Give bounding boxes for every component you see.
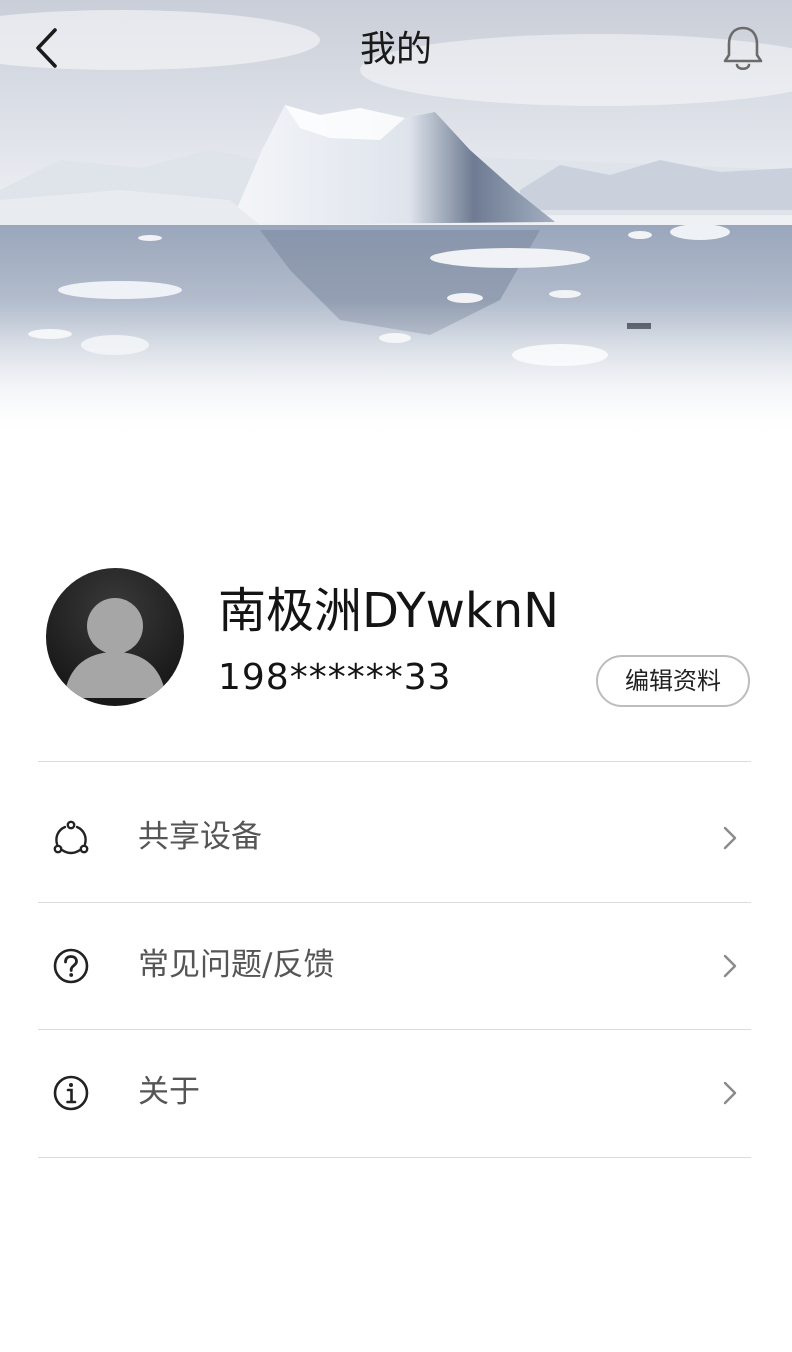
edit-profile-button[interactable]: 编辑资料 bbox=[596, 655, 750, 707]
info-circle-icon bbox=[52, 1074, 90, 1112]
chevron-right-icon bbox=[722, 1080, 738, 1106]
profile-header: 南极洲DYwknN 198******33 编辑资料 bbox=[0, 560, 792, 710]
question-circle-icon bbox=[52, 947, 90, 985]
menu-item-label: 共享设备 bbox=[138, 819, 262, 855]
menu-item-label: 常见问题/反馈 bbox=[138, 947, 335, 983]
page-title: 我的 bbox=[359, 29, 432, 70]
menu-item-label: 关于 bbox=[138, 1074, 200, 1110]
avatar[interactable] bbox=[46, 568, 184, 706]
bell-icon bbox=[723, 26, 763, 71]
default-avatar-icon bbox=[64, 598, 166, 698]
notification-button[interactable] bbox=[720, 24, 766, 74]
share-icon bbox=[52, 819, 90, 857]
top-nav-bar: 我的 bbox=[0, 0, 792, 100]
divider bbox=[38, 1157, 751, 1158]
username: 南极洲DYwknN bbox=[218, 583, 560, 639]
phone-number: 198******33 bbox=[218, 657, 452, 698]
chevron-right-icon bbox=[722, 953, 738, 979]
menu-item-faq-feedback[interactable]: 常见问题/反馈 bbox=[38, 903, 751, 1030]
profile-screen: 我的 南极洲DYwknN 198******33 编辑资料 共享设备 常见问题/… bbox=[0, 0, 792, 1352]
menu-item-about[interactable]: 关于 bbox=[38, 1030, 751, 1157]
chevron-right-icon bbox=[722, 825, 738, 851]
divider bbox=[38, 761, 751, 762]
menu-item-shared-devices[interactable]: 共享设备 bbox=[38, 775, 751, 902]
